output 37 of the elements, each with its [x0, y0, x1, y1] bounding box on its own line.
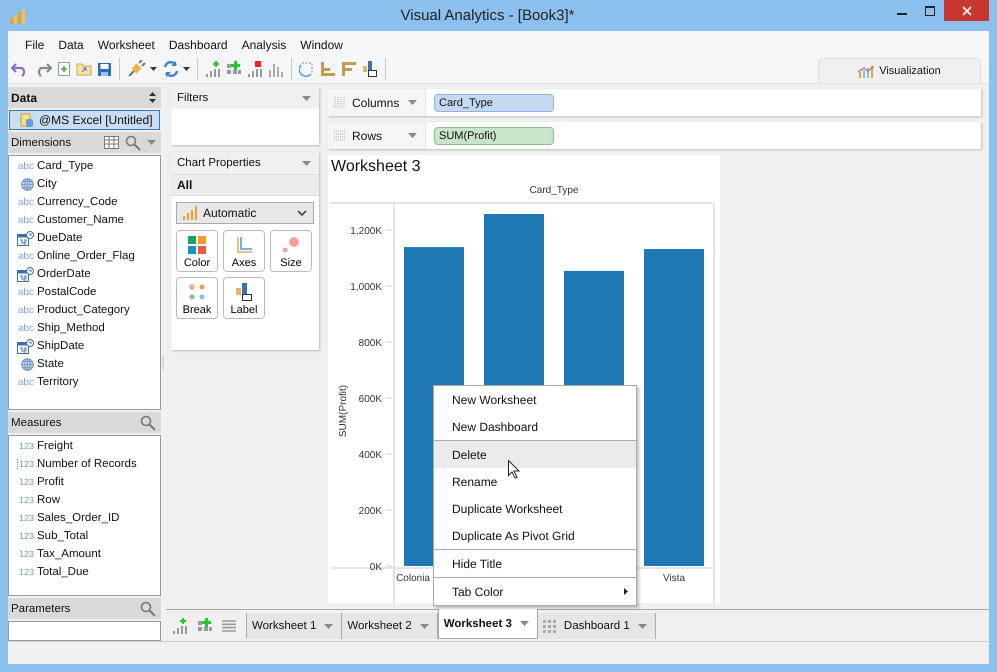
window-title: Visual Analytics - [Book3]*	[400, 7, 574, 24]
number-type-icon: 123	[18, 495, 34, 505]
x-category-label: Vista	[662, 573, 686, 584]
text-type-icon: abc	[18, 214, 34, 226]
parameters-title: Parameters	[11, 602, 70, 614]
shelf-label: Columns	[352, 96, 400, 110]
number-type-icon: 123	[18, 531, 34, 541]
text-type-icon: abc	[18, 286, 34, 298]
x-category-label: Colonia	[396, 573, 430, 584]
text-type-icon: abc	[18, 160, 34, 172]
text-type-icon: abc	[18, 376, 34, 388]
y-tick-label: 0K	[370, 562, 382, 573]
text-type-icon: abc	[18, 322, 34, 334]
x-axis-title: Card_Type	[530, 185, 578, 196]
data-panel-title: Data	[11, 90, 38, 104]
number-type-icon: 123	[18, 477, 34, 487]
y-tick-label: 400K	[358, 450, 382, 461]
dimensions-title: Dimensions	[11, 136, 72, 148]
worksheet-title: Worksheet 3	[330, 157, 422, 177]
y-tick-label: 1,200K	[350, 226, 382, 237]
y-axis-title: SUM(Profit)	[338, 384, 349, 438]
y-tick-label: 800K	[358, 338, 382, 349]
shelf-label: Rows	[352, 128, 382, 142]
text-type-icon: abc	[18, 304, 34, 316]
y-tick-label: 600K	[358, 394, 382, 405]
text-type-icon: abc	[18, 196, 34, 208]
y-tick-label: 200K	[358, 506, 382, 517]
filters-title: Filters	[177, 92, 208, 104]
y-tick-label: 1,000K	[350, 282, 382, 293]
number-type-icon: 123	[18, 549, 34, 559]
number-type-icon: 123	[18, 441, 34, 451]
chart-properties-title: Chart Properties	[177, 157, 261, 169]
measures-title: Measures	[11, 416, 62, 428]
number-type-icon: 123	[18, 513, 34, 523]
scope-label: All	[171, 174, 319, 196]
number-type-icon: 123	[18, 567, 34, 577]
text-type-icon: abc	[18, 250, 34, 262]
